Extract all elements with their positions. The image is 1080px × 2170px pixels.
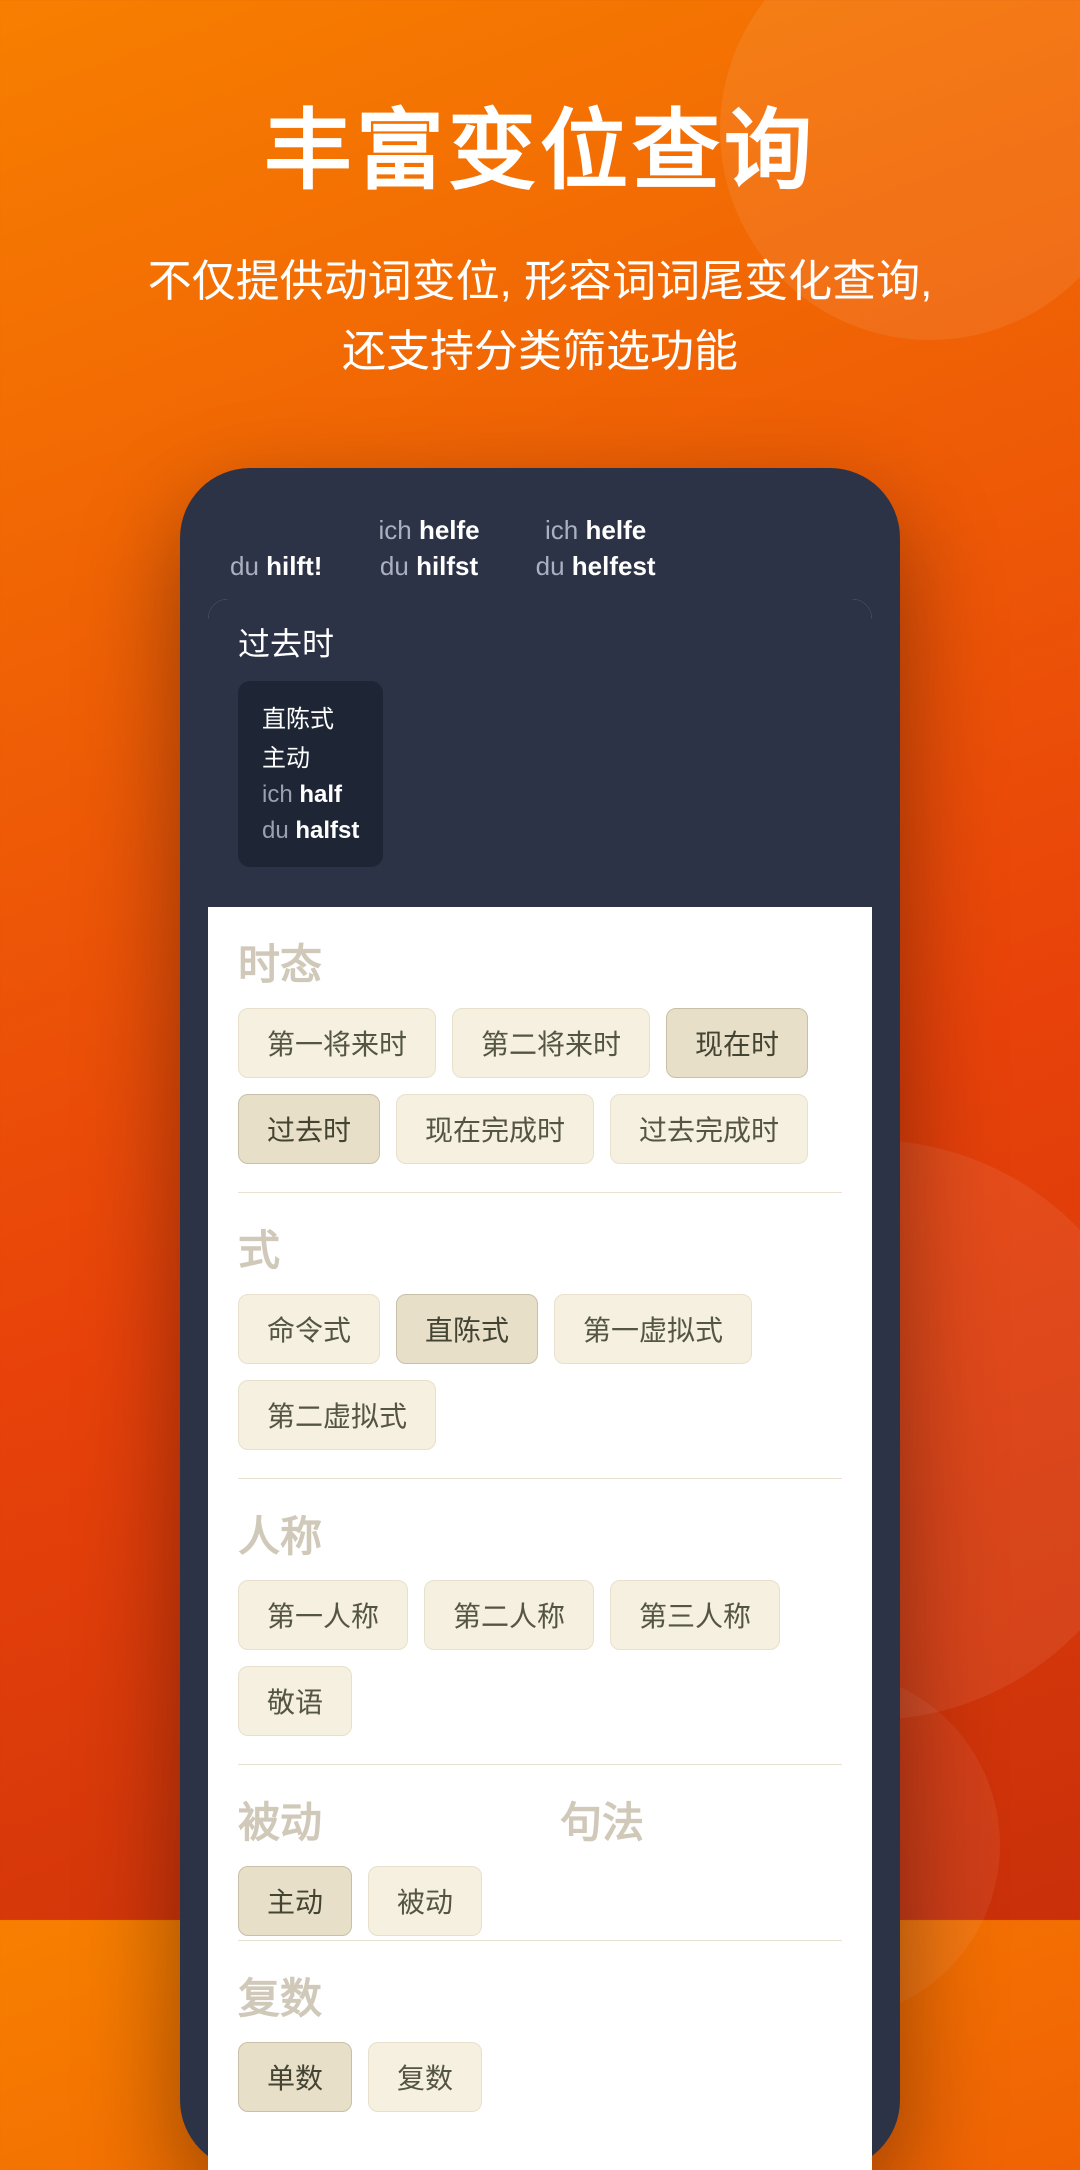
chip-subj2[interactable]: 第二虚拟式 (238, 1380, 436, 1450)
plural-title: 复数 (238, 1965, 842, 2026)
divider-3 (238, 1764, 842, 1765)
filter-voice: 被动 主动 被动 (238, 1789, 520, 1936)
chip-singular[interactable]: 单数 (238, 2042, 352, 2112)
chip-third-person[interactable]: 第三人称 (610, 1580, 780, 1650)
tooltip-bar: du hilft! ich helfe du hilfst ich helfe … (208, 498, 872, 599)
filter-person: 人称 第一人称 第二人称 第三人称 敬语 (238, 1503, 842, 1736)
chip-indicative[interactable]: 直陈式 (396, 1294, 538, 1364)
chip-future2[interactable]: 第二将来时 (452, 1008, 650, 1078)
chip-formal[interactable]: 敬语 (238, 1666, 352, 1736)
phone-screen: 过去时 直陈式 主动 ich half du halfst 时态 (208, 599, 872, 2170)
main-title: 丰富变位查询 (264, 80, 816, 207)
chip-subj1[interactable]: 第一虚拟式 (554, 1294, 752, 1364)
chip-active[interactable]: 主动 (238, 1866, 352, 1936)
plural-chips: 单数 复数 (238, 2042, 842, 2112)
chip-present[interactable]: 现在时 (666, 1008, 808, 1078)
screen-filters: 时态 第一将来时 第二将来时 现在时 过去时 现在完成时 过去完成时 式 (208, 907, 872, 2170)
voice-chips: 主动 被动 (238, 1866, 520, 1936)
divider-4 (238, 1940, 842, 1941)
divider-2 (238, 1478, 842, 1479)
chip-plural[interactable]: 复数 (368, 2042, 482, 2112)
screen-top-dark: 过去时 直陈式 主动 ich half du halfst (208, 599, 872, 907)
syntax-title: 句法 (560, 1789, 842, 1850)
person-chips: 第一人称 第二人称 第三人称 敬语 (238, 1580, 842, 1736)
chip-past[interactable]: 过去时 (238, 1094, 380, 1164)
filter-syntax: 句法 (560, 1789, 842, 1866)
voice-title: 被动 (238, 1789, 520, 1850)
tooltip-chip-1: du hilft! (208, 534, 344, 598)
indicator-voice: 主动 (262, 738, 359, 773)
chip-perfect[interactable]: 现在完成时 (396, 1094, 594, 1164)
tense-chips: 第一将来时 第二将来时 现在时 过去时 现在完成时 过去完成时 (238, 1008, 842, 1164)
tooltip-chip-2: ich helfe du hilfst (356, 498, 501, 599)
past-tense-label: 过去时 (238, 619, 842, 665)
chip-first-person[interactable]: 第一人称 (238, 1580, 408, 1650)
divider-1 (238, 1192, 842, 1193)
chip-imperative[interactable]: 命令式 (238, 1294, 380, 1364)
subtitle: 不仅提供动词变位, 形容词词尾变化查询,还支持分类筛选功能 (88, 247, 993, 388)
chip-pluperfect[interactable]: 过去完成时 (610, 1094, 808, 1164)
chip-passive[interactable]: 被动 (368, 1866, 482, 1936)
filter-plural: 复数 单数 复数 (238, 1965, 842, 2112)
filter-mode: 式 命令式 直陈式 第一虚拟式 第二虚拟式 (238, 1217, 842, 1450)
indicator-card: 直陈式 主动 ich half du halfst (238, 681, 383, 867)
mode-title: 式 (238, 1217, 842, 1278)
person-title: 人称 (238, 1503, 842, 1564)
page-container: 丰富变位查询 不仅提供动词变位, 形容词词尾变化查询,还支持分类筛选功能 du … (0, 0, 1080, 2170)
mode-chips: 命令式 直陈式 第一虚拟式 第二虚拟式 (238, 1294, 842, 1450)
indicator-line2: du halfst (262, 813, 359, 849)
filter-tense: 时态 第一将来时 第二将来时 现在时 过去时 现在完成时 过去完成时 (238, 931, 842, 1164)
indicator-mode: 直陈式 (262, 699, 359, 734)
tense-title: 时态 (238, 931, 842, 992)
phone-mockup: du hilft! ich helfe du hilfst ich helfe … (180, 468, 900, 2170)
two-col-row: 被动 主动 被动 句法 (238, 1789, 842, 1936)
indicator-line1: ich half (262, 777, 359, 813)
chip-second-person[interactable]: 第二人称 (424, 1580, 594, 1650)
chip-future1[interactable]: 第一将来时 (238, 1008, 436, 1078)
tooltip-chip-3: ich helfe du helfest (514, 498, 678, 599)
